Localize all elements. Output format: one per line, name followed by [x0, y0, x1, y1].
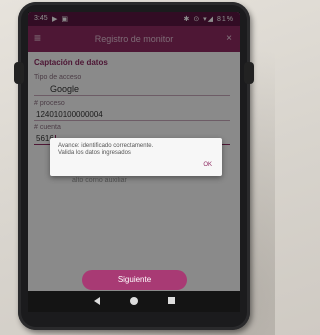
side-button-right: [244, 62, 254, 84]
side-button-left: [14, 62, 24, 84]
recents-nav-icon[interactable]: [168, 297, 175, 304]
back-nav-icon[interactable]: [94, 297, 100, 305]
dialog-message-line1: Avance: identificado correctamente.: [58, 143, 154, 149]
dialog-message-line2: Valida los datos ingresados: [58, 150, 131, 156]
obscured-field-text: alto corno auxiliar: [72, 177, 127, 184]
alert-dialog: Avance: identificado correctamente. Vali…: [50, 138, 222, 176]
dialog-ok-button[interactable]: OK: [203, 162, 212, 168]
navigation-bar: [28, 291, 240, 312]
next-button[interactable]: Siguiente: [82, 270, 187, 290]
home-nav-icon[interactable]: [130, 297, 138, 305]
